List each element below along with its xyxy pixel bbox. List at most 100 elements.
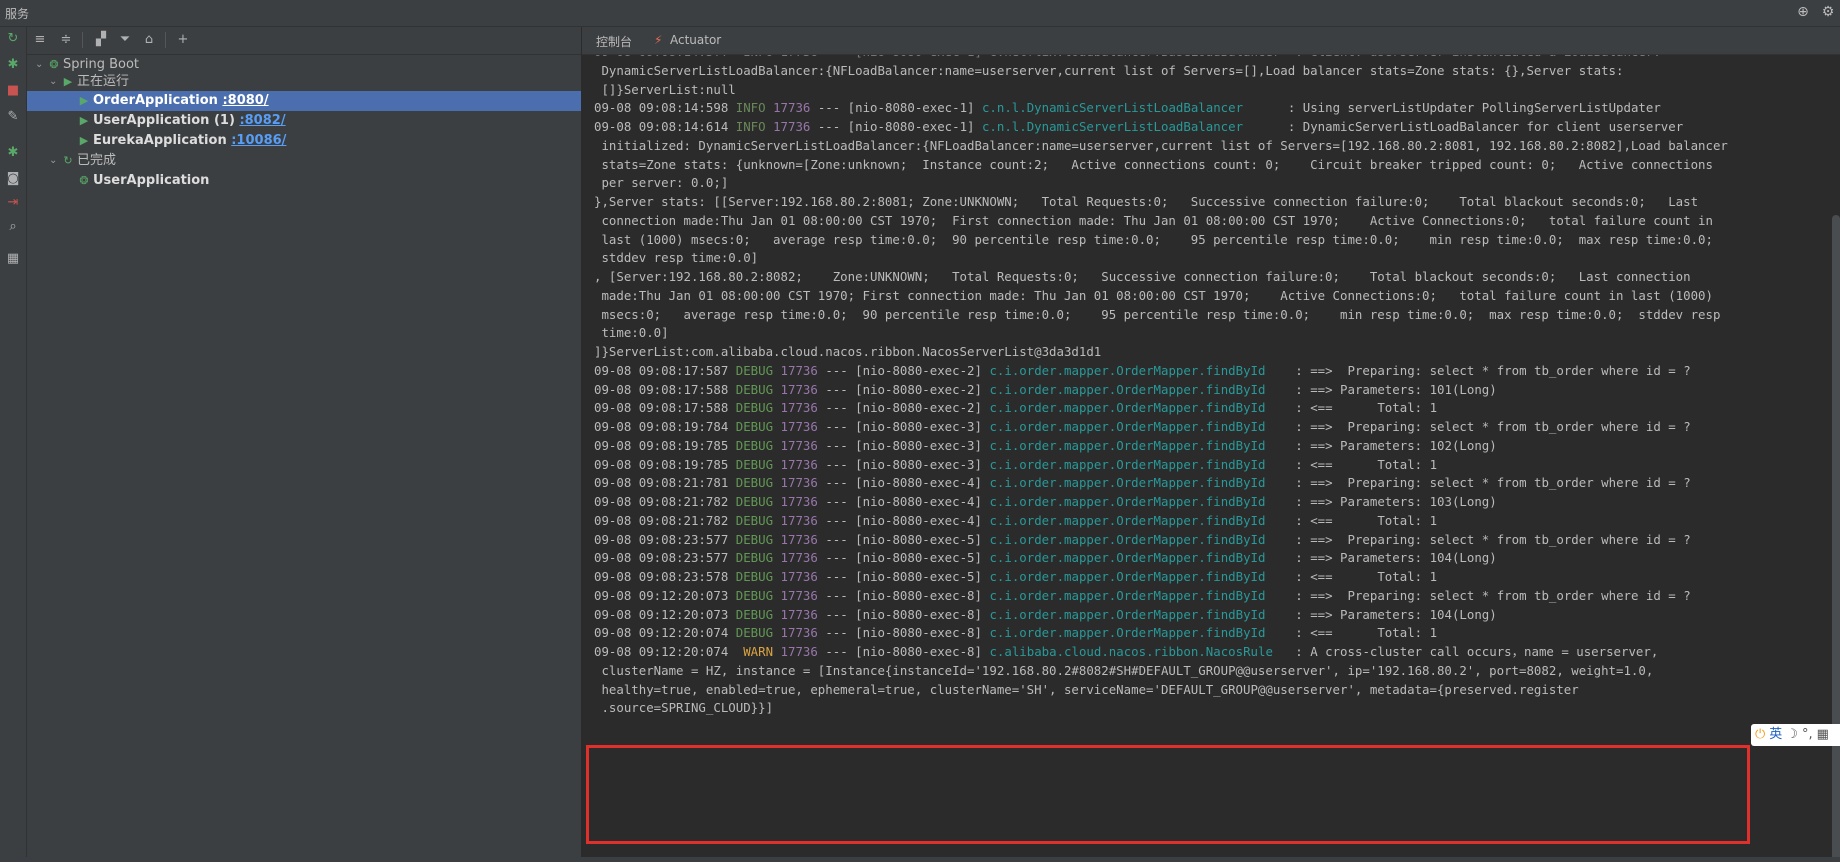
log-line: 09-08 09:12:20:074 WARN 17736 --- [nio-8… bbox=[594, 643, 1834, 662]
rerun-icon[interactable]: ↻ bbox=[5, 31, 21, 47]
log-level: DEBUG bbox=[735, 400, 774, 416]
collapse-all-icon[interactable]: ≑ bbox=[58, 32, 74, 48]
log-timestamp: 09-08 09:08:23:577 bbox=[594, 550, 729, 566]
log-logger[interactable]: c.i.order.mapper.OrderMapper.findById bbox=[989, 419, 1265, 434]
log-line: 09-08 09:08:19:785 DEBUG 17736 --- [nio-… bbox=[594, 437, 1834, 456]
wrench-icon[interactable]: ✎ bbox=[5, 109, 21, 125]
log-timestamp: 09-08 09:08:19:785 bbox=[594, 437, 729, 453]
log-thread: --- [nio-8080-exec-8] bbox=[825, 644, 982, 659]
log-logger[interactable]: c.alibaba.cloud.nacos.ribbon.NacosRule bbox=[989, 644, 1272, 659]
tree-node-user-application[interactable]: ▶ UserApplication (1) :8082/ bbox=[27, 111, 581, 131]
app-port-link[interactable]: :10086/ bbox=[231, 133, 286, 148]
debug-attach-icon[interactable]: ✱ bbox=[5, 145, 21, 161]
log-message: : ==> Preparing: select * from tb_order … bbox=[1265, 475, 1691, 491]
log-logger[interactable]: c.n.l.DynamicServerListLoadBalancer bbox=[982, 119, 1243, 134]
filter-icon[interactable]: ⏷ bbox=[117, 32, 133, 48]
gear-icon[interactable]: ⚙ bbox=[1820, 4, 1836, 20]
app-port-link[interactable]: :8080/ bbox=[222, 93, 268, 108]
log-logger[interactable]: c.i.order.mapper.OrderMapper.findById bbox=[989, 607, 1265, 622]
log-level: INFO bbox=[735, 100, 766, 116]
log-logger[interactable]: c.i.order.mapper.OrderMapper.findById bbox=[989, 588, 1265, 603]
tree-node-label: 正在运行 bbox=[77, 74, 130, 89]
spring-boot-icon: ❂ bbox=[79, 174, 89, 187]
app-name-text: UserApplication (1) bbox=[93, 113, 235, 128]
log-pid: 17736 bbox=[780, 419, 818, 434]
run-icon: ▶ bbox=[79, 134, 89, 147]
log-pid: 17736 bbox=[773, 119, 811, 134]
log-thread: --- [nio-8080-exec-1] bbox=[817, 119, 975, 134]
log-level: DEBUG bbox=[735, 381, 774, 397]
log-pid: 17736 bbox=[780, 587, 818, 603]
log-line: per server: 0.0;] bbox=[594, 175, 729, 191]
expand-all-icon[interactable]: ≡ bbox=[32, 32, 48, 48]
log-thread: --- [nio-8080-exec-3] bbox=[825, 456, 982, 472]
ime-indicator[interactable]: ⏻ 英 ☽ °, ▦ bbox=[1751, 724, 1840, 746]
debug-icon[interactable]: ✱ bbox=[5, 57, 21, 73]
tree-node-finished[interactable]: ⌄ ↻ 已完成 bbox=[27, 151, 581, 171]
log-logger[interactable]: c.i.order.mapper.OrderMapper.findById bbox=[989, 475, 1265, 490]
log-line: time:0.0] bbox=[594, 325, 669, 341]
camera-icon[interactable]: ◙ bbox=[5, 171, 21, 187]
tree-node-user-application-finished[interactable]: ❂ UserApplication bbox=[27, 171, 581, 191]
log-line: , [Server:192.168.80.2:8082; Zone:UNKNOW… bbox=[594, 269, 1691, 284]
app-port-link[interactable]: :8082/ bbox=[239, 113, 285, 128]
log-logger[interactable]: c.i.order.mapper.OrderMapper.findById bbox=[989, 625, 1265, 640]
window-title: 服务 bbox=[5, 7, 30, 21]
log-line: ]}ServerList:com.alibaba.cloud.nacos.rib… bbox=[594, 344, 1102, 359]
log-level: DEBUG bbox=[735, 512, 774, 528]
log-timestamp: 09-08 09:12:20:074 bbox=[594, 625, 729, 641]
console-output[interactable]: 09-08 09:08:14:5?? INFO 17736 --- [nio-8… bbox=[582, 55, 1840, 862]
log-logger[interactable]: c.i.order.mapper.OrderMapper.findById bbox=[989, 513, 1265, 528]
log-logger[interactable]: c.i.order.mapper.OrderMapper.findById bbox=[989, 532, 1265, 547]
log-logger[interactable]: c.i.order.mapper.OrderMapper.findById bbox=[989, 400, 1265, 415]
log-timestamp: 09-08 09:08:23:578 bbox=[594, 569, 729, 584]
log-line: 09-08 09:08:14:5?? INFO 17736 --- [nio-8… bbox=[594, 55, 1834, 62]
rerun-icon: ↻ bbox=[63, 154, 73, 167]
group-icon[interactable]: ▞ bbox=[93, 32, 109, 48]
search-icon[interactable]: ⌕ bbox=[5, 219, 21, 235]
globe-icon[interactable]: ⊕ bbox=[1795, 4, 1811, 20]
log-logger[interactable]: c.n.l.DynamicServerListLoadBalancer bbox=[982, 100, 1243, 115]
new-tab-icon[interactable]: ⌂ bbox=[141, 32, 157, 48]
run-icon: ▶ bbox=[79, 94, 89, 107]
log-pid: 17736 bbox=[773, 100, 811, 116]
log-logger[interactable]: c.i.order.mapper.OrderMapper.findById bbox=[989, 569, 1265, 584]
stop-icon[interactable]: ■ bbox=[5, 83, 21, 99]
log-line: },Server stats: [[Server:192.168.80.2:80… bbox=[594, 194, 1699, 209]
log-line: made:Thu Jan 01 08:00:00 CST 1970; First… bbox=[594, 287, 1713, 303]
log-line: 09-08 09:08:21:781 DEBUG 17736 --- [nio-… bbox=[594, 474, 1834, 493]
ime-moon-icon: ☽ bbox=[1786, 727, 1798, 742]
tree-node-eureka-application[interactable]: ▶ EurekaApplication :10086/ bbox=[27, 131, 581, 151]
log-message: : ==> Parameters: 104(Long) bbox=[1265, 606, 1497, 622]
log-pid: 17736 bbox=[780, 475, 818, 491]
tab-console[interactable]: 控制台 bbox=[596, 33, 632, 50]
tree-node-running[interactable]: ⌄ ▶ 正在运行 bbox=[27, 72, 581, 92]
tab-actuator[interactable]: Actuator bbox=[670, 33, 721, 47]
log-line: 09-08 09:08:19:785 DEBUG 17736 --- [nio-… bbox=[594, 456, 1834, 475]
log-line: 09-08 09:12:20:073 DEBUG 17736 --- [nio-… bbox=[594, 587, 1834, 606]
log-pid: 17736 bbox=[780, 400, 818, 416]
log-thread: --- [nio-8080-exec-3] bbox=[825, 437, 982, 453]
console-tab-bar: 控制台 ⚡ Actuator bbox=[582, 27, 1840, 55]
log-logger[interactable]: c.i.order.mapper.OrderMapper.findById bbox=[989, 550, 1265, 565]
log-logger[interactable]: c.i.order.mapper.OrderMapper.findById bbox=[989, 382, 1265, 397]
app-name: UserApplication (1) :8082/ bbox=[93, 111, 286, 131]
app-name: OrderApplication :8080/ bbox=[93, 91, 269, 111]
chevron-down-icon[interactable]: ⌄ bbox=[49, 72, 59, 92]
app-name: EurekaApplication :10086/ bbox=[93, 131, 286, 151]
status-bar bbox=[0, 857, 1840, 862]
log-timestamp: 09-08 09:08:14:598 bbox=[594, 100, 729, 116]
log-line: 09-08 09:08:21:782 DEBUG 17736 --- [nio-… bbox=[594, 512, 1834, 531]
chevron-down-icon[interactable]: ⌄ bbox=[49, 151, 59, 171]
log-level: DEBUG bbox=[735, 362, 774, 378]
log-logger[interactable]: c.i.order.mapper.OrderMapper.findById bbox=[989, 363, 1265, 378]
log-logger[interactable]: c.i.order.mapper.OrderMapper.findById bbox=[989, 438, 1265, 453]
layout-icon[interactable]: ▦ bbox=[5, 251, 21, 267]
log-logger[interactable]: c.i.order.mapper.OrderMapper.findById bbox=[989, 494, 1265, 509]
log-logger[interactable]: c.i.order.mapper.OrderMapper.findById bbox=[989, 457, 1265, 472]
exit-icon[interactable]: ⇥ bbox=[5, 195, 21, 211]
add-icon[interactable]: + bbox=[175, 32, 191, 48]
tree-node-order-application[interactable]: ▶ OrderApplication :8080/ bbox=[27, 91, 581, 111]
log-pid: 17736 bbox=[780, 494, 818, 509]
log-thread: --- [nio-8080-exec-5] bbox=[825, 550, 982, 566]
